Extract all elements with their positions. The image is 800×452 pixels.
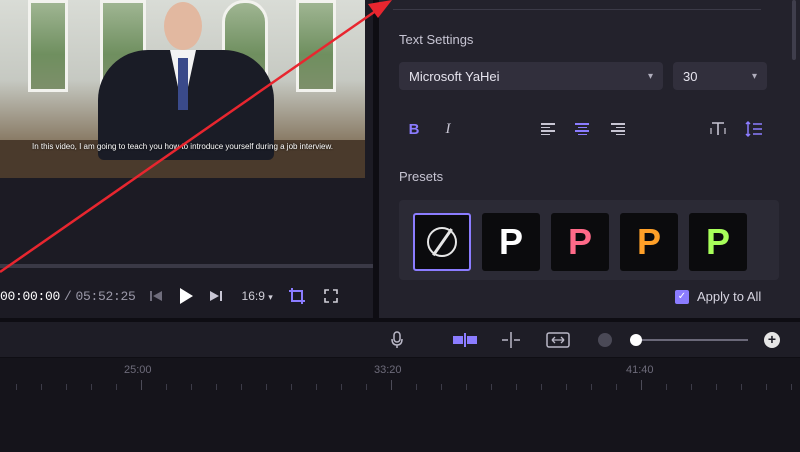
ruler-tick (116, 384, 117, 390)
chevron-down-icon: ▾ (751, 70, 757, 82)
microphone-icon[interactable] (386, 330, 408, 350)
ruler-tick (641, 380, 642, 390)
skip-back-icon[interactable] (144, 284, 168, 308)
ruler-tick (316, 384, 317, 390)
time-separator: / (64, 288, 72, 304)
split-clip-icon[interactable] (452, 330, 478, 350)
preset-orange[interactable]: P (620, 213, 678, 271)
preset-white[interactable]: P (482, 213, 540, 271)
total-time: 05:52:25 (75, 288, 136, 304)
presets-title: Presets (399, 169, 444, 184)
panel-scrollbar[interactable] (792, 0, 796, 60)
ruler-tick (366, 384, 367, 390)
apply-to-all-label: Apply to All (697, 289, 762, 304)
zoom-in-button[interactable]: + (764, 332, 780, 348)
timeline-ruler[interactable]: 25:00 33:20 41:40 (0, 358, 800, 452)
ruler-label: 33:20 (374, 364, 402, 376)
align-right-icon[interactable] (607, 118, 629, 140)
video-preview[interactable]: In this video, I am going to teach you h… (0, 0, 365, 178)
no-style-icon (427, 227, 457, 257)
ruler-tick (91, 384, 92, 390)
ruler-tick (616, 384, 617, 390)
italic-button[interactable]: I (437, 118, 459, 140)
timecode: 00:00:00/05:52:25 (0, 289, 136, 304)
ruler-tick (516, 384, 517, 390)
ruler-tick (66, 384, 67, 390)
ruler-tick (266, 384, 267, 390)
ruler-tick (391, 380, 392, 390)
playback-progress[interactable] (0, 264, 373, 268)
line-spacing-icon[interactable] (743, 118, 765, 140)
chevron-down-icon: ▾ (268, 292, 273, 302)
text-settings-title: Text Settings (399, 32, 474, 47)
align-center-icon[interactable] (571, 118, 593, 140)
ruler-label: 41:40 (626, 364, 654, 376)
preset-pink[interactable]: P (551, 213, 609, 271)
aspect-ratio-select[interactable]: 16:9 ▾ (242, 289, 273, 303)
font-family-select[interactable]: Microsoft YaHei ▾ (399, 62, 663, 90)
zoom-out-button[interactable] (598, 333, 612, 347)
background-window (296, 0, 336, 92)
bold-button[interactable]: B (403, 118, 425, 140)
ruler-tick (291, 384, 292, 390)
ruler-tick (141, 380, 142, 390)
background-window (28, 0, 68, 92)
fullscreen-icon[interactable] (319, 284, 343, 308)
apply-to-all-option[interactable]: ✓ Apply to All (675, 289, 761, 304)
ruler-tick (166, 384, 167, 390)
align-left-icon[interactable] (537, 118, 559, 140)
ruler-tick (791, 384, 792, 390)
chevron-down-icon: ▾ (647, 70, 653, 82)
ruler-tick (541, 384, 542, 390)
ruler-tick (341, 384, 342, 390)
ruler-tick (716, 384, 717, 390)
ruler-tick (241, 384, 242, 390)
fit-timeline-icon[interactable] (546, 330, 570, 350)
ruler-tick (691, 384, 692, 390)
ruler-tick (491, 384, 492, 390)
ruler-tick (566, 384, 567, 390)
subtitle-text[interactable]: In this video, I am going to teach you h… (0, 142, 365, 152)
video-editor: In this video, I am going to teach you h… (0, 0, 800, 452)
preset-green[interactable]: P (689, 213, 747, 271)
text-spacing-icon[interactable] (707, 118, 729, 140)
ruler-tick (41, 384, 42, 390)
skip-forward-icon[interactable] (204, 284, 228, 308)
ruler-label: 25:00 (124, 364, 152, 376)
preset-none[interactable] (413, 213, 471, 271)
ruler-tick (441, 384, 442, 390)
ruler-tick (591, 384, 592, 390)
add-marker-icon[interactable] (500, 330, 522, 350)
presets-grid: P P P P (399, 200, 779, 280)
ruler-tick (766, 384, 767, 390)
play-icon[interactable] (174, 284, 198, 308)
text-settings-panel: Text Settings Microsoft YaHei ▾ 30 ▾ B I… (379, 0, 800, 318)
preview-pane: In this video, I am going to teach you h… (0, 0, 373, 318)
text-input-field[interactable] (393, 0, 761, 10)
player-controls: 00:00:00/05:52:25 16:9 ▾ (0, 276, 373, 316)
font-size-select[interactable]: 30 ▾ (673, 62, 767, 90)
current-time: 00:00:00 (0, 288, 61, 304)
crop-icon[interactable] (285, 284, 309, 308)
ruler-tick (416, 384, 417, 390)
ruler-tick (16, 384, 17, 390)
apply-to-all-checkbox[interactable]: ✓ (675, 289, 689, 304)
ruler-tick (466, 384, 467, 390)
zoom-slider[interactable] (636, 339, 748, 341)
ruler-tick (216, 384, 217, 390)
ruler-tick (666, 384, 667, 390)
ruler-tick (191, 384, 192, 390)
zoom-slider-thumb[interactable] (630, 334, 642, 346)
ruler-tick (741, 384, 742, 390)
